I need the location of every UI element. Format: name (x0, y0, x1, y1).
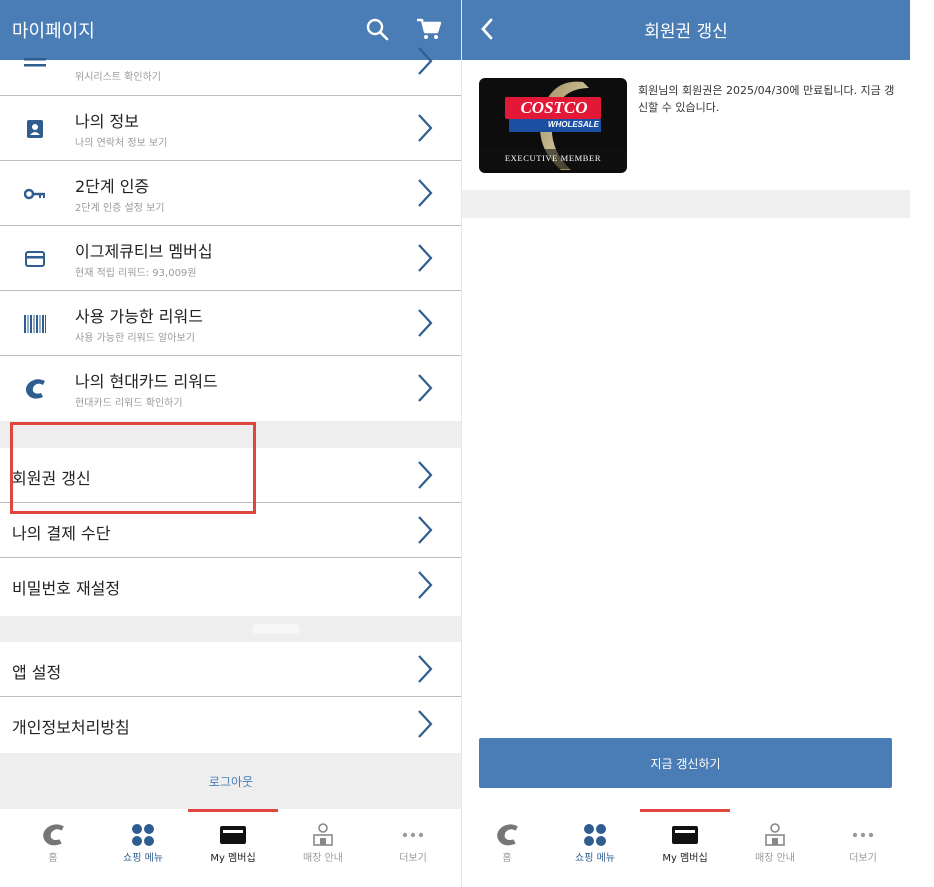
costco-c-icon (8, 821, 98, 849)
menu-item-title: 이그제큐티브 멤버십 (75, 242, 213, 261)
list-icon (20, 50, 50, 80)
tab-label: 쇼핑 메뉴 (575, 853, 615, 864)
menu-item-subtitle: 위시리스트 확인하기 (75, 72, 161, 83)
card-icon (20, 244, 50, 274)
menu-item-reset-password[interactable]: 비밀번호 재설정 (0, 558, 461, 616)
tab-label: 더보기 (399, 853, 427, 864)
tab-home[interactable]: 홈 (462, 809, 552, 887)
tab-my-membership[interactable]: My 멤버십 (640, 809, 730, 887)
menu-item-title: 개인정보처리방침 (12, 718, 130, 737)
active-tab-indicator (640, 809, 730, 812)
menu-item-subtitle: 2단계 인증 설정 보기 (75, 203, 165, 214)
menu-item-subtitle: 현재 적립 리워드: 93,009원 (75, 268, 197, 279)
chevron-right-icon (418, 114, 433, 142)
menu-item-title: 나의 정보 (75, 112, 139, 131)
menu-item-wishlist[interactable]: 위시리스트 확인하기 (0, 47, 461, 96)
tab-label: 쇼핑 메뉴 (123, 853, 163, 864)
chevron-right-icon (418, 309, 433, 337)
bottom-tab-bar: 홈 쇼핑 메뉴 My 멤버십 매장 안내 더보기 (462, 809, 910, 887)
menu-item-app-settings[interactable]: 앱 설정 (0, 642, 461, 697)
tab-more[interactable]: 더보기 (368, 809, 458, 887)
tab-home[interactable]: 홈 (8, 809, 98, 887)
expiry-message: 회원님의 회원권은 2025/04/30에 만료됩니다. 지금 갱신할 수 있습… (638, 84, 895, 114)
bottom-tab-bar: 홈 쇼핑 메뉴 My 멤버십 매장 안내 더보기 (0, 809, 461, 887)
tab-label: 홈 (502, 853, 512, 864)
card-brand-top: COSTCO (520, 98, 588, 117)
menu-item-payment-methods[interactable]: 나의 결제 수단 (0, 503, 461, 558)
chevron-right-icon (418, 655, 433, 683)
more-icon (818, 821, 908, 849)
scroll-handle[interactable] (252, 624, 300, 634)
more-icon (368, 821, 458, 849)
barcode-icon (20, 309, 50, 339)
page-title: 마이페이지 (12, 21, 95, 42)
section-divider (0, 616, 461, 642)
tab-label: 더보기 (849, 853, 877, 864)
chevron-right-icon (418, 571, 433, 599)
membership-card-icon (188, 821, 278, 849)
person-icon (20, 114, 50, 144)
tab-shopping-menu[interactable]: 쇼핑 메뉴 (98, 809, 188, 887)
tab-label: 매장 안내 (303, 853, 343, 864)
tab-store-info[interactable]: 매장 안내 (730, 809, 820, 887)
menu-item-title: 회원권 갱신 (12, 469, 91, 488)
store-icon (278, 821, 368, 849)
tab-shopping-menu[interactable]: 쇼핑 메뉴 (550, 809, 640, 887)
tab-more[interactable]: 더보기 (818, 809, 908, 887)
grid-icon (98, 821, 188, 849)
tab-label: 매장 안내 (755, 853, 795, 864)
tab-label: 홈 (48, 853, 58, 864)
card-tier: EXECUTIVE MEMBER (504, 153, 602, 163)
menu-item-title: 나의 결제 수단 (12, 524, 111, 543)
section-divider (0, 421, 461, 448)
search-icon[interactable] (360, 12, 394, 46)
menu-item-two-factor[interactable]: 2단계 인증 2단계 인증 설정 보기 (0, 161, 461, 226)
executive-member-card: COSTCO WHOLESALE EXECUTIVE MEMBER (479, 78, 627, 173)
menu-item-executive-membership[interactable]: 이그제큐티브 멤버십 현재 적립 리워드: 93,009원 (0, 226, 461, 291)
menu-item-renew-membership[interactable]: 회원권 갱신 (0, 448, 461, 503)
chevron-right-icon (418, 374, 433, 402)
renew-now-button[interactable]: 지금 갱신하기 (479, 738, 892, 788)
renew-header: 회원권 갱신 (462, 0, 910, 60)
menu-item-title: 사용 가능한 리워드 (75, 307, 203, 326)
costco-c-icon (462, 821, 552, 849)
menu-item-hyundai-card-rewards[interactable]: 나의 현대카드 리워드 현대카드 리워드 확인하기 (0, 356, 461, 421)
cart-icon[interactable] (412, 12, 446, 46)
mypage-screen: 마이페이지 위시리스트 확인하기 나의 정보 나의 연락처 정보 보기 2단계 … (0, 0, 462, 887)
membership-card-icon (640, 821, 730, 849)
menu-item-privacy-policy[interactable]: 개인정보처리방침 (0, 697, 461, 753)
menu-item-subtitle: 나의 연락처 정보 보기 (75, 138, 168, 149)
page-title: 회원권 갱신 (644, 22, 728, 42)
chevron-right-icon (418, 710, 433, 738)
menu-item-subtitle: 사용 가능한 리워드 알아보기 (75, 333, 195, 344)
tab-label: My 멤버십 (210, 853, 256, 864)
card-brand-bottom: WHOLESALE (547, 120, 599, 129)
tab-label: My 멤버십 (662, 853, 708, 864)
key-icon (20, 179, 50, 209)
menu-item-title: 앱 설정 (12, 663, 62, 682)
chevron-right-icon (418, 47, 433, 75)
store-icon (730, 821, 820, 849)
menu-item-title: 비밀번호 재설정 (12, 579, 121, 598)
menu-item-available-rewards[interactable]: 사용 가능한 리워드 사용 가능한 리워드 알아보기 (0, 291, 461, 356)
chevron-right-icon (418, 516, 433, 544)
chevron-right-icon (418, 244, 433, 272)
membership-info: COSTCO WHOLESALE EXECUTIVE MEMBER 회원님의 회… (462, 60, 910, 190)
tab-my-membership[interactable]: My 멤버십 (188, 809, 278, 887)
menu-item-title: 나의 현대카드 리워드 (75, 372, 218, 391)
active-tab-indicator (188, 809, 278, 812)
logout-button[interactable]: 로그아웃 (0, 753, 461, 809)
renew-membership-screen: 회원권 갱신 COSTCO WHOLESALE EXECUTIVE MEMBER… (462, 0, 910, 887)
chevron-right-icon (418, 461, 433, 489)
tab-store-info[interactable]: 매장 안내 (278, 809, 368, 887)
section-divider (462, 190, 910, 218)
menu-item-subtitle: 현대카드 리워드 확인하기 (75, 398, 183, 409)
grid-icon (550, 821, 640, 849)
costco-c-icon (20, 374, 50, 404)
chevron-right-icon (418, 179, 433, 207)
menu-item-my-info[interactable]: 나의 정보 나의 연락처 정보 보기 (0, 96, 461, 161)
mypage-header: 마이페이지 (0, 0, 461, 60)
right-margin (910, 0, 934, 887)
menu-item-title: 2단계 인증 (75, 177, 150, 196)
